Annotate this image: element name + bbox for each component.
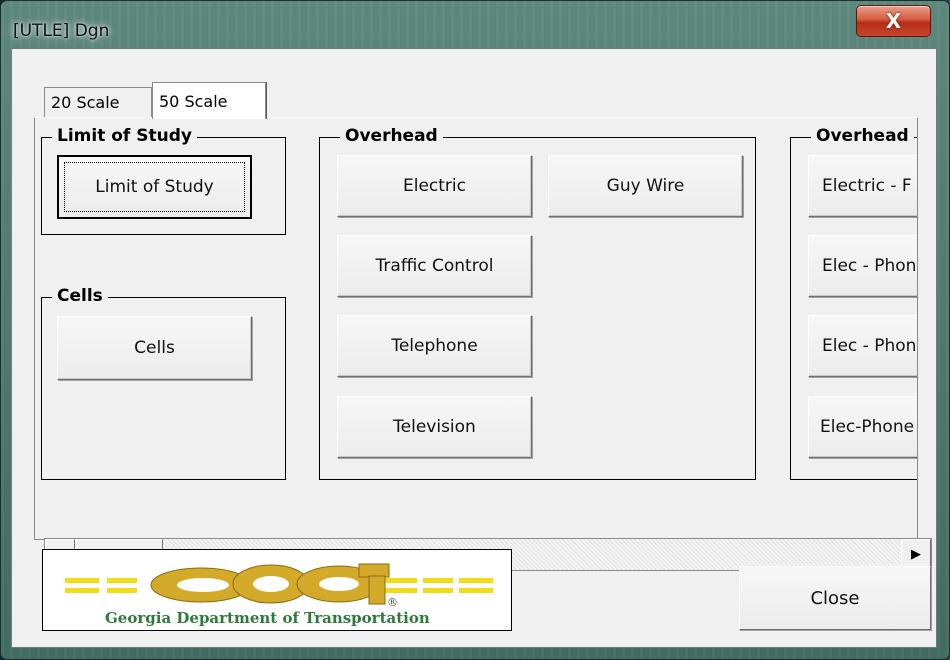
group-limit-of-study: Limit of Study Limit of Study [41, 126, 286, 235]
electric-f-button[interactable]: Electric - F [808, 155, 917, 217]
dialog-window: [UTLE] Dgn X 20 Scale 50 Scale Limit of … [0, 0, 950, 660]
button-label: Elec - Phon [822, 256, 917, 276]
registered-mark: ® [387, 596, 398, 609]
guy-wire-button[interactable]: Guy Wire [548, 155, 743, 217]
limit-of-study-button[interactable]: Limit of Study [57, 155, 252, 219]
elec-phone-button-3[interactable]: Elec-Phone [808, 396, 917, 458]
button-label: Close [810, 587, 860, 609]
button-label: Telephone [391, 336, 478, 356]
tab-label: 20 Scale [51, 93, 120, 112]
telephone-button[interactable]: Telephone [337, 315, 532, 377]
group-label-limit-of-study: Limit of Study [52, 126, 197, 146]
close-button[interactable]: Close [739, 566, 931, 630]
window-close-button[interactable]: X [856, 5, 931, 37]
button-label: Television [393, 417, 476, 437]
button-label: Elec - Phon [822, 336, 917, 356]
right-arrow-icon: ▶ [911, 547, 921, 562]
dialog-client-area: 20 Scale 50 Scale Limit of Study Limit o… [11, 48, 937, 648]
elec-phone-button-2[interactable]: Elec - Phon [808, 315, 917, 377]
gdot-logo-graphic: ® Georgia Department of Transportation [65, 563, 493, 627]
elec-phone-button-1[interactable]: Elec - Phon [808, 235, 917, 297]
group-overhead: Overhead Electric Guy Wire Traffic Contr… [319, 126, 756, 480]
group-label-overhead-2: Overhead [811, 126, 914, 146]
gdot-logo: ® Georgia Department of Transportation [42, 549, 512, 631]
cells-button[interactable]: Cells [57, 316, 252, 380]
group-label-overhead: Overhead [340, 126, 443, 146]
group-cells: Cells Cells [41, 286, 286, 480]
television-button[interactable]: Television [337, 396, 532, 458]
button-label: Elec-Phone [820, 417, 915, 437]
tab-panel-50-scale: Limit of Study Limit of Study Cells Cell… [34, 117, 918, 540]
window-title: [UTLE] Dgn [13, 21, 110, 41]
button-label: Traffic Control [375, 256, 494, 276]
button-label: Cells [134, 338, 175, 358]
tab-label: 50 Scale [159, 91, 228, 111]
focus-ring [64, 162, 245, 212]
tab-20-scale[interactable]: 20 Scale [44, 87, 152, 117]
traffic-control-button[interactable]: Traffic Control [337, 235, 532, 297]
tab-50-scale[interactable]: 50 Scale [152, 82, 266, 119]
button-label: Electric - F [822, 176, 912, 196]
group-label-cells: Cells [52, 286, 108, 306]
group-overhead-combined: Overhead Electric - F Elec - Phon Elec -… [790, 126, 917, 480]
close-icon: X [885, 9, 902, 33]
logo-tagline: Georgia Department of Transportation [105, 609, 430, 627]
button-label: Electric [403, 176, 466, 196]
button-label: Guy Wire [606, 176, 685, 196]
electric-button[interactable]: Electric [337, 155, 532, 217]
logo-wordmark-holes [177, 576, 359, 592]
